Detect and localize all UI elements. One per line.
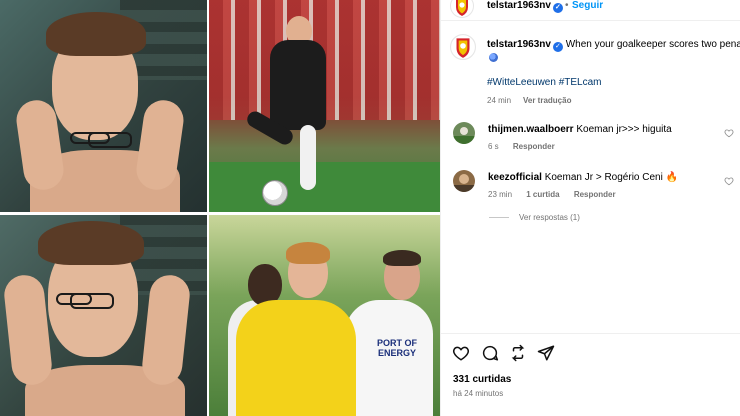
comment-2: keezofficial Koeman Jr > Rogério Ceni 🔥 bbox=[488, 172, 678, 183]
glasses-worn-icon bbox=[56, 293, 114, 309]
globe-emoji-icon bbox=[489, 53, 498, 62]
player-kit bbox=[345, 300, 433, 416]
reply-button[interactable]: Responder bbox=[513, 142, 555, 151]
goalkeeper-yellow-kit bbox=[236, 300, 356, 416]
comment-time: 6 s bbox=[488, 142, 499, 151]
post-image[interactable]: PORT OF ENERGY bbox=[0, 0, 440, 416]
caption-text: When your goalkeeper scores two penal bbox=[565, 39, 740, 50]
comment-1: thijmen.waalboerr Koeman jr>>> higuita bbox=[488, 124, 672, 135]
header-divider bbox=[441, 20, 740, 21]
repost-icon[interactable] bbox=[509, 344, 527, 362]
comment-heart-icon[interactable] bbox=[724, 176, 734, 186]
commenter-avatar[interactable] bbox=[453, 122, 475, 144]
separator-dot: • bbox=[565, 0, 569, 11]
hair bbox=[46, 12, 146, 56]
caption-hashtags[interactable]: #WitteLeeuwen #TELcam bbox=[487, 77, 602, 88]
goalkeeper-sock bbox=[300, 125, 316, 190]
post-header: telstar1963nv ✓ • Seguir bbox=[441, 0, 740, 18]
player-hair bbox=[383, 250, 421, 266]
pitch bbox=[209, 162, 440, 212]
comment-heart-icon[interactable] bbox=[724, 128, 734, 138]
left-arm bbox=[2, 273, 54, 387]
goalkeeper-kit bbox=[270, 40, 326, 130]
verified-badge-icon: ✓ bbox=[552, 3, 563, 13]
meme-panel-bottom-left bbox=[0, 215, 207, 416]
telstar-logo-avatar-icon[interactable] bbox=[450, 34, 476, 60]
post-caption: telstar1963nv ✓ When your goalkeeper scor… bbox=[487, 38, 740, 52]
caption-username[interactable]: telstar1963nv bbox=[487, 39, 551, 50]
hair bbox=[38, 221, 144, 265]
header-username[interactable]: telstar1963nv ✓ bbox=[487, 0, 563, 13]
comment-username[interactable]: thijmen.waalboerr bbox=[488, 124, 574, 135]
username-text[interactable]: telstar1963nv bbox=[487, 0, 551, 11]
commenter-avatar[interactable] bbox=[453, 170, 475, 192]
post-panel: telstar1963nv ✓ • Seguir telstar1963nv ✓ W… bbox=[440, 0, 740, 416]
telstar-logo-avatar-icon[interactable] bbox=[450, 0, 474, 18]
goalkeeper-hair bbox=[286, 242, 330, 264]
heart-icon[interactable] bbox=[452, 344, 470, 362]
comment-username[interactable]: keezofficial bbox=[488, 172, 542, 183]
post-timestamp: há 24 minutos bbox=[453, 389, 504, 398]
likes-count[interactable]: 331 curtidas bbox=[453, 374, 511, 385]
comment-text: Koeman jr>>> higuita bbox=[576, 124, 672, 135]
follow-button[interactable]: Seguir bbox=[572, 0, 603, 11]
send-icon[interactable] bbox=[537, 344, 555, 362]
comment-text: Koeman Jr > Rogério Ceni 🔥 bbox=[544, 172, 679, 183]
kit-sponsor-text: PORT OF ENERGY bbox=[377, 338, 417, 358]
reply-button[interactable]: Responder bbox=[574, 190, 616, 199]
comment-likes[interactable]: 1 curtida bbox=[526, 190, 559, 199]
football-icon bbox=[262, 180, 288, 206]
glasses-in-hand-icon bbox=[70, 132, 132, 148]
verified-badge-icon: ✓ bbox=[552, 42, 563, 52]
see-translation-link[interactable]: Ver tradução bbox=[523, 96, 571, 105]
view-replies-link[interactable]: Ver respostas (1) bbox=[489, 213, 580, 222]
comment-time: 23 min bbox=[488, 190, 513, 199]
comment-icon[interactable] bbox=[481, 344, 499, 362]
caption-time: 24 min bbox=[487, 96, 512, 105]
comment-1-meta: 6 s Responder bbox=[488, 142, 567, 151]
meme-panel-top-left bbox=[0, 0, 207, 212]
comment-2-meta: 23 min 1 curtida Responder bbox=[488, 190, 628, 199]
actions-divider bbox=[441, 333, 740, 334]
